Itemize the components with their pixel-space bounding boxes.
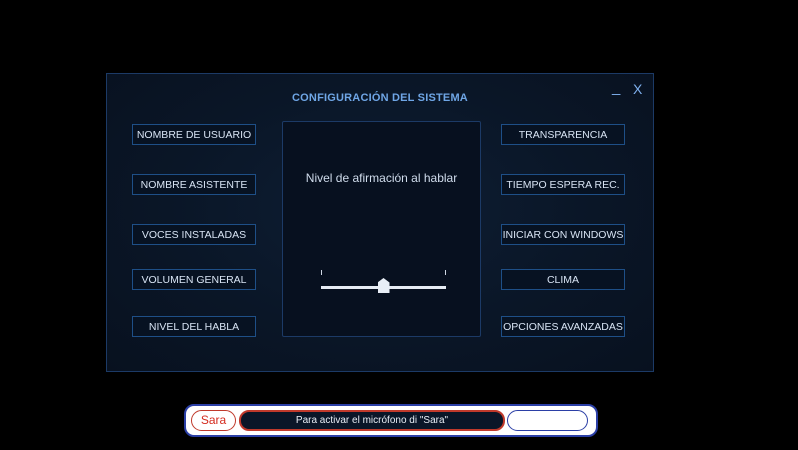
microphone-status: Para activar el micrófono di "Sara" <box>239 410 505 431</box>
settings-panel: CONFIGURACIÓN DEL SISTEMA _ X NOMBRE DE … <box>106 73 654 372</box>
panel-title: CONFIGURACIÓN DEL SISTEMA <box>292 92 468 104</box>
affirmation-slider[interactable] <box>321 270 447 294</box>
general-volume-button[interactable]: VOLUMEN GENERAL <box>132 269 256 290</box>
start-with-windows-button[interactable]: INICIAR CON WINDOWS <box>501 224 625 245</box>
recognition-timeout-button[interactable]: TIEMPO ESPERA REC. <box>501 174 625 195</box>
installed-voices-button[interactable]: VOCES INSTALADAS <box>132 224 256 245</box>
assistant-name-button[interactable]: NOMBRE ASISTENTE <box>132 174 256 195</box>
assistant-name-badge[interactable]: Sara <box>191 410 236 431</box>
screen: CONFIGURACIÓN DEL SISTEMA _ X NOMBRE DE … <box>0 0 798 450</box>
slider-thumb[interactable] <box>377 278 390 293</box>
speech-level-button[interactable]: NIVEL DEL HABLA <box>132 316 256 337</box>
slider-label: Nivel de afirmación al hablar <box>305 171 458 185</box>
slider-max-tick <box>445 270 446 275</box>
close-icon[interactable]: X <box>633 82 642 96</box>
minimize-icon[interactable]: _ <box>612 80 620 95</box>
advanced-options-button[interactable]: OPCIONES AVANZADAS <box>501 316 625 337</box>
command-input[interactable] <box>507 410 588 431</box>
transparency-button[interactable]: TRANSPARENCIA <box>501 124 625 145</box>
speech-affirmation-panel: Nivel de afirmación al hablar <box>282 121 481 337</box>
voice-bar: Sara Para activar el micrófono di "Sara" <box>184 404 598 437</box>
username-button[interactable]: NOMBRE DE USUARIO <box>132 124 256 145</box>
weather-button[interactable]: CLIMA <box>501 269 625 290</box>
slider-min-tick <box>321 270 322 275</box>
